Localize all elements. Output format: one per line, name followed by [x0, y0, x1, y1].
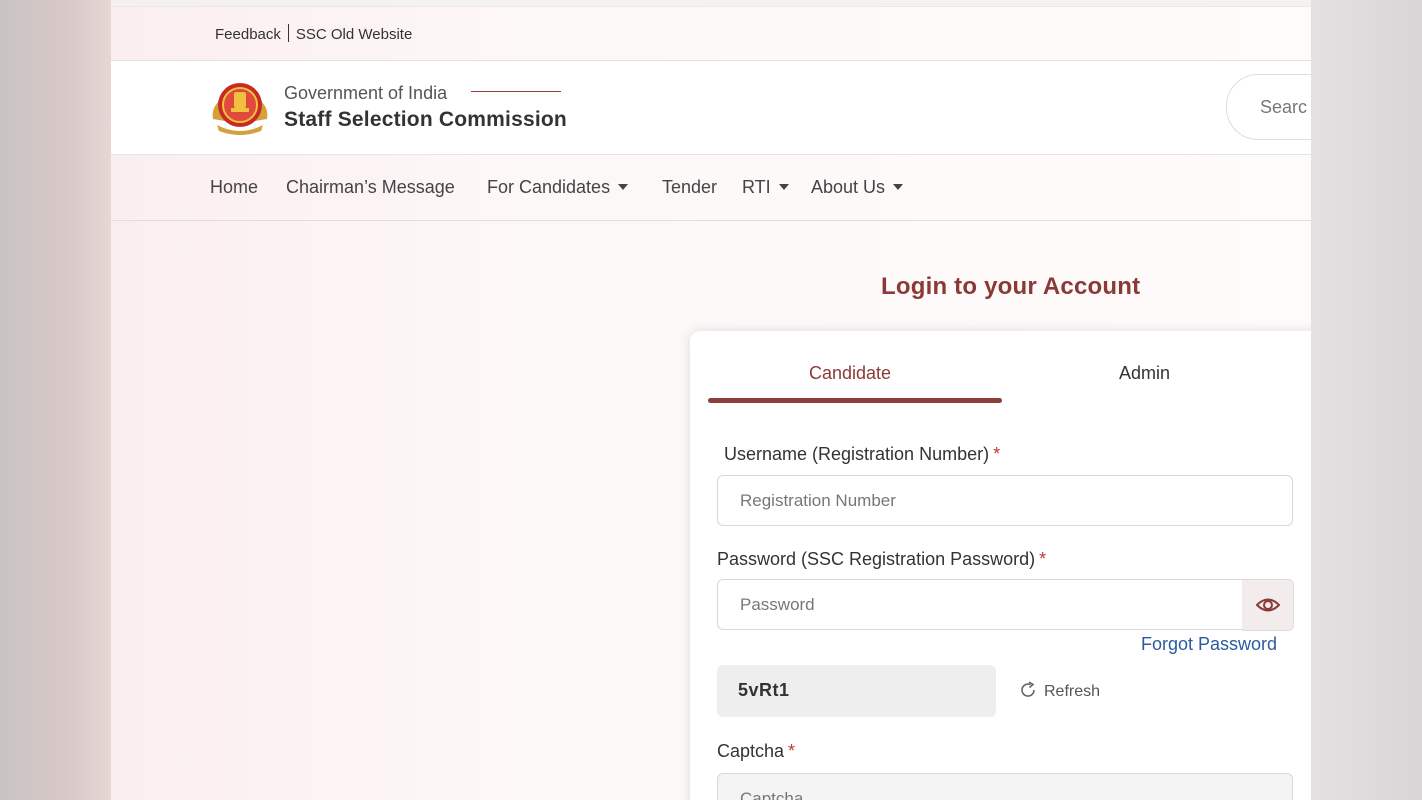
username-label: Username (Registration Number) * [724, 444, 1001, 464]
top-strip [111, 0, 1311, 7]
utility-bar: Feedback SSC Old Website [111, 7, 1311, 61]
search-input[interactable]: Searc [1226, 74, 1311, 140]
feedback-link[interactable]: Feedback [215, 26, 281, 43]
captcha-image: 5vRt1 [717, 665, 996, 717]
page: Feedback SSC Old Website Government of In… [111, 0, 1311, 800]
required-mark: * [788, 741, 796, 761]
tab-candidate[interactable]: Candidate [809, 363, 891, 384]
background-right [1311, 0, 1422, 800]
eye-icon [1256, 598, 1280, 612]
nav-chairmans-message[interactable]: Chairman’s Message [286, 177, 455, 198]
utility-links: Feedback SSC Old Website [215, 24, 412, 43]
required-mark: * [993, 444, 1001, 464]
gov-title: Government of India [284, 83, 448, 103]
caret-down-icon [778, 184, 789, 190]
gov-title-line [471, 91, 561, 92]
captcha-code: 5vRt1 [738, 680, 790, 700]
ssc-emblem-icon[interactable] [209, 79, 271, 137]
nav-home[interactable]: Home [210, 177, 258, 198]
tab-admin[interactable]: Admin [1119, 363, 1170, 384]
site-header: Government of India Staff Selection Comm… [111, 61, 1311, 155]
nav-rti[interactable]: RTI [742, 177, 789, 198]
password-field[interactable]: Password [717, 579, 1243, 630]
refresh-icon [1021, 681, 1035, 697]
nav-for-candidates[interactable]: For Candidates [487, 177, 629, 198]
utility-separator [287, 24, 289, 42]
username-field[interactable]: Registration Number [717, 475, 1293, 526]
captcha-placeholder: Captcha [740, 789, 804, 800]
active-tab-indicator [708, 398, 1002, 403]
show-password-button[interactable] [1242, 579, 1294, 631]
forgot-password-link[interactable]: Forgot Password [1141, 634, 1277, 655]
captcha-field[interactable]: Captcha [717, 773, 1293, 800]
login-card: Candidate Admin Username (Registration N… [690, 331, 1311, 800]
old-website-link[interactable]: SSC Old Website [296, 26, 412, 43]
nav-about-us[interactable]: About Us [811, 177, 904, 198]
background-left [0, 0, 111, 800]
caret-down-icon [618, 184, 629, 190]
required-mark: * [1039, 549, 1047, 569]
password-placeholder: Password [740, 595, 815, 614]
main-nav: Home Chairman’s Message For Candidates T… [111, 155, 1311, 221]
org-title: Staff Selection Commission [284, 108, 567, 131]
captcha-label: Captcha * [717, 741, 796, 761]
password-label: Password (SSC Registration Password) * [717, 549, 1047, 569]
caret-down-icon [893, 184, 904, 190]
search-placeholder: Searc [1260, 97, 1308, 117]
refresh-captcha-button[interactable]: Refresh [1018, 680, 1100, 701]
username-placeholder: Registration Number [740, 491, 896, 510]
login-title: Login to your Account [881, 273, 1141, 300]
nav-tender[interactable]: Tender [662, 177, 717, 198]
